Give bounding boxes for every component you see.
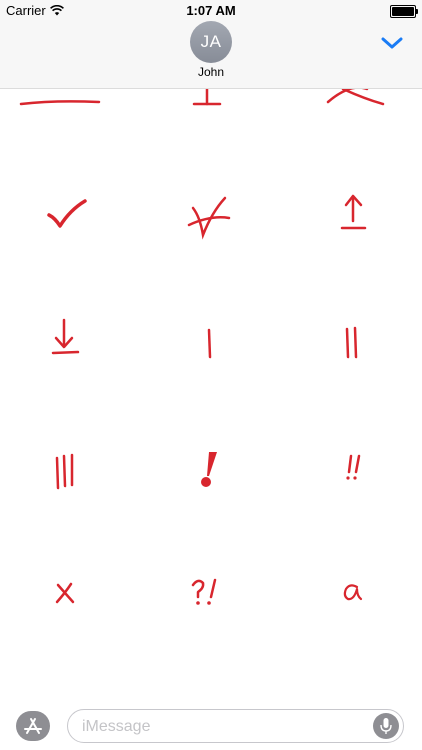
chevron-down-icon[interactable] xyxy=(380,34,404,52)
sticker-up-tack[interactable] xyxy=(185,89,230,114)
sticker-double-exclamation[interactable] xyxy=(340,453,366,483)
microphone-icon xyxy=(380,718,392,734)
sticker-check-mark[interactable] xyxy=(45,196,90,231)
message-field[interactable] xyxy=(67,709,404,744)
contact-name[interactable]: John xyxy=(0,65,422,79)
app-store-button[interactable] xyxy=(16,711,50,741)
sticker-crossed-check[interactable] xyxy=(185,192,235,242)
sticker-three-strokes[interactable] xyxy=(52,452,78,492)
sticker-one-stroke[interactable] xyxy=(200,326,220,362)
sticker-up-arrow[interactable] xyxy=(338,193,370,233)
sticker-two-strokes[interactable] xyxy=(340,325,364,363)
dictation-button[interactable] xyxy=(373,713,399,739)
clock: 1:07 AM xyxy=(186,3,236,18)
sticker-letter-a[interactable] xyxy=(338,578,366,606)
sticker-browser[interactable] xyxy=(0,89,422,697)
sticker-x[interactable] xyxy=(52,580,78,606)
sticker-exclamation[interactable] xyxy=(195,449,225,491)
status-bar: Carrier 1:07 AM xyxy=(0,0,422,22)
battery-level xyxy=(392,7,414,16)
sticker-down-arrow[interactable] xyxy=(50,317,82,357)
message-input[interactable] xyxy=(80,710,374,744)
sticker-x-mark-top[interactable] xyxy=(320,89,390,114)
conversation-header: Carrier 1:07 AM JA John xyxy=(0,0,422,89)
battery-icon xyxy=(390,5,418,18)
message-input-bar xyxy=(0,700,422,750)
sticker-underline[interactable] xyxy=(15,89,105,114)
app-store-icon xyxy=(24,718,42,734)
sticker-interrobang[interactable] xyxy=(188,577,222,609)
contact-avatar[interactable]: JA xyxy=(190,21,232,63)
